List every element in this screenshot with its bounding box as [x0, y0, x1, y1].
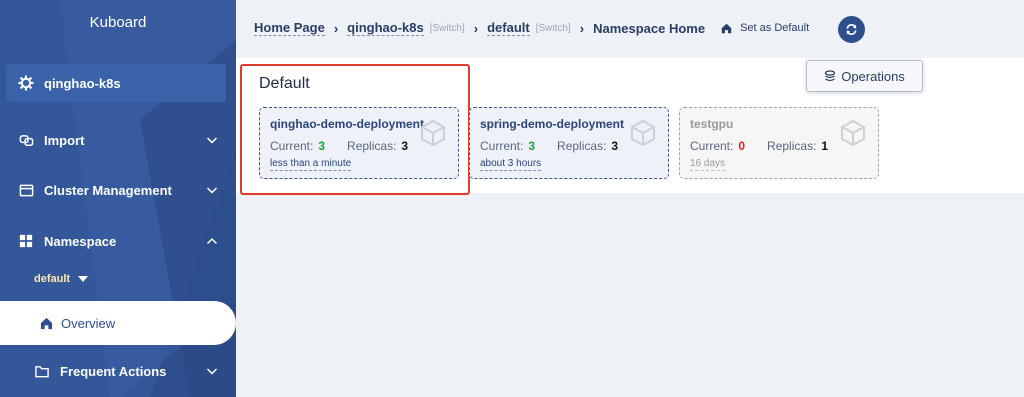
breadcrumb-separator: › [473, 20, 479, 36]
sidebar-item-label: Namespace [44, 233, 117, 249]
caret-down-icon [78, 276, 89, 282]
sidebar-item-import[interactable]: Import [0, 125, 236, 155]
refresh-icon [846, 24, 857, 35]
current-label: Current: [270, 139, 314, 153]
deployment-card[interactable]: testgpu Current: 0 Replicas: 1 16 days [679, 107, 879, 179]
sidebar-item-label: Cluster Management [44, 182, 172, 198]
home-icon [721, 23, 732, 33]
breadcrumb-separator: › [333, 20, 339, 36]
cube-icon [631, 120, 655, 146]
chevron-down-icon [206, 187, 218, 194]
breadcrumb-home[interactable]: Home Page [254, 20, 325, 36]
set-default-link[interactable]: Set as Default [721, 22, 809, 34]
sidebar-item-namespace[interactable]: Namespace [0, 226, 236, 256]
sidebar-item-label: Frequent Actions [60, 363, 167, 379]
current-count: 3 [318, 139, 326, 153]
link-icon [18, 132, 34, 148]
replicas-label: Replicas: [347, 139, 397, 153]
layers-icon [825, 70, 836, 82]
replicas-count: 3 [611, 139, 619, 153]
deployment-card[interactable]: spring-demo-deployment Current: 3 Replic… [469, 107, 669, 179]
replicas-count: 1 [821, 139, 829, 153]
replicas-label: Replicas: [767, 139, 817, 153]
app-brand: Kuboard [89, 14, 147, 31]
grid-icon [18, 233, 34, 249]
sidebar: Kuboard qinghao-k8s Import Cluster Manag… [0, 0, 236, 397]
deployment-age: 16 days [690, 158, 726, 171]
sidebar-item-cluster-management[interactable]: Cluster Management [0, 175, 236, 205]
refresh-button[interactable] [838, 16, 865, 43]
sidebar-item-label: Overview [61, 315, 116, 331]
deployment-age: about 3 hours [480, 158, 542, 171]
header: Home Page › qinghao-k8s [Switch] › defau… [236, 0, 1024, 58]
gear-icon [18, 75, 34, 91]
deployment-card[interactable]: qinghao-demo-deployment Current: 3 Repli… [259, 107, 459, 179]
set-default-label: Set as Default [740, 22, 810, 34]
cluster-name: qinghao-k8s [44, 75, 121, 91]
sidebar-item-overview[interactable]: Overview [0, 301, 236, 345]
breadcrumb: Home Page › qinghao-k8s [Switch] › defau… [254, 20, 809, 36]
breadcrumb-separator: › [579, 20, 585, 36]
sidebar-item-frequent-actions[interactable]: Frequent Actions [0, 356, 236, 386]
section-title: Default [259, 75, 310, 92]
cluster-icon [18, 182, 34, 198]
current-label: Current: [690, 139, 734, 153]
cluster-switch-link[interactable]: [Switch] [430, 23, 465, 34]
chevron-up-icon [206, 237, 218, 245]
namespace-switch-link[interactable]: [Switch] [536, 23, 571, 34]
breadcrumb-namespace[interactable]: default [487, 20, 530, 36]
chevron-down-icon [206, 137, 218, 144]
namespace-panel: Operations Default qinghao-demo-deployme… [236, 58, 1024, 195]
operations-label: Operations [841, 68, 905, 84]
sidebar-item-label: Import [44, 132, 85, 148]
replicas-label: Replicas: [557, 139, 607, 153]
namespace-select-value: default [34, 273, 71, 285]
current-count: 0 [738, 139, 746, 153]
replicas-count: 3 [401, 139, 409, 153]
cluster-selector[interactable]: qinghao-k8s [6, 64, 226, 102]
breadcrumb-cluster[interactable]: qinghao-k8s [347, 20, 424, 36]
folder-icon [34, 363, 50, 379]
current-label: Current: [480, 139, 524, 153]
home-icon [40, 317, 53, 329]
breadcrumb-current: Namespace Home [593, 20, 706, 36]
namespace-select[interactable]: default [34, 273, 89, 285]
cube-icon [421, 120, 445, 146]
app-root: Kuboard qinghao-k8s Import Cluster Manag… [0, 0, 1024, 397]
deployment-age: less than a minute [270, 158, 352, 171]
cube-icon [841, 120, 865, 146]
current-count: 3 [528, 139, 536, 153]
operations-button[interactable]: Operations [806, 60, 923, 92]
chevron-down-icon [206, 368, 218, 375]
